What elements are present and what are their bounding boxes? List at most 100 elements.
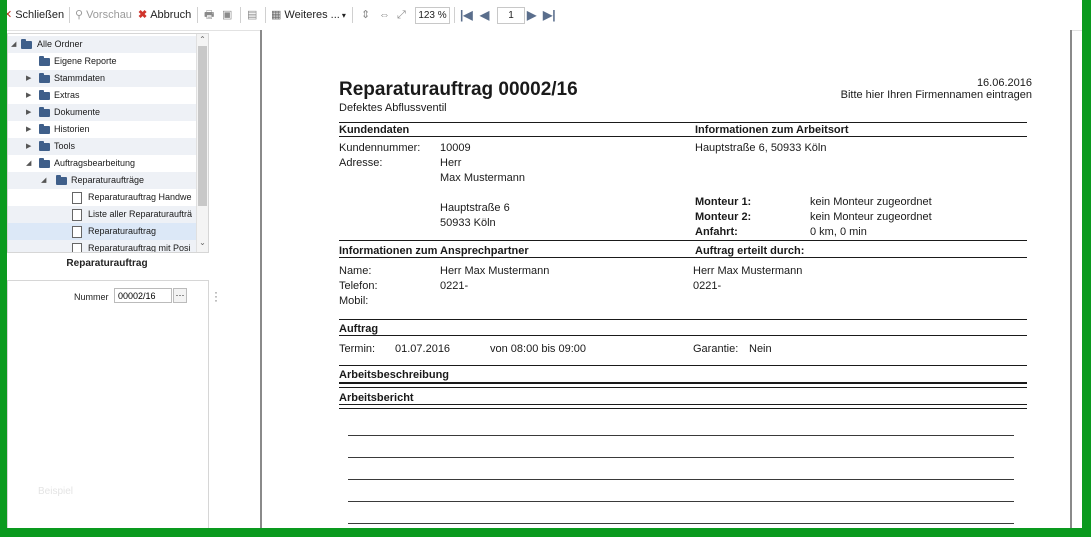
- tree-item-tools[interactable]: ▶ Tools: [8, 138, 196, 155]
- writing-line: [348, 457, 1014, 458]
- chevron-right-icon[interactable]: ▶: [26, 121, 31, 138]
- report-panel-title: Reparaturauftrag: [66, 258, 148, 269]
- divider: [339, 136, 1027, 137]
- writing-line: [348, 523, 1014, 524]
- tree-item-label: Tools: [54, 141, 76, 151]
- contact-name-value: Herr Max Mustermann: [440, 265, 550, 277]
- customer-number-label: Kundennummer:: [339, 142, 421, 154]
- export-icon[interactable]: ▣: [222, 6, 232, 24]
- close-icon: ✕: [7, 9, 13, 21]
- tree-item-label: Reparaturauftrag mit Posi: [88, 243, 191, 253]
- toolbar-separator: [454, 7, 455, 23]
- divider: [339, 387, 1027, 388]
- more-label: Weiteres ...: [284, 9, 340, 21]
- report-page: Reparaturauftrag 00002/16 Defektes Abflu…: [260, 30, 1072, 528]
- fit-width-icon[interactable]: ⇔: [379, 6, 390, 24]
- section-heading-ordered-by: Auftrag erteilt durch:: [695, 245, 805, 257]
- zoom-field[interactable]: 123 %: [415, 7, 450, 24]
- warranty-value: Nein: [749, 343, 772, 355]
- folder-icon: [39, 141, 50, 151]
- last-page-icon[interactable]: ▶|: [543, 6, 556, 24]
- document-icon: [72, 209, 82, 221]
- toolbar-separator: [352, 7, 353, 23]
- toolbar-separator: [240, 7, 241, 23]
- close-label: Schließen: [15, 9, 65, 21]
- fit-height-icon[interactable]: ⇕: [361, 6, 370, 24]
- tree-item-label: Eigene Reporte: [54, 56, 117, 66]
- tree-item-master-data[interactable]: ▶ Stammdaten: [8, 70, 196, 87]
- open-folder-icon[interactable]: ▤: [247, 6, 257, 24]
- tree-item-own-reports[interactable]: Eigene Reporte: [8, 53, 196, 70]
- divider: [339, 365, 1027, 366]
- document-icon: [72, 243, 82, 252]
- first-page-icon[interactable]: |◀: [460, 6, 473, 24]
- tree-item-report[interactable]: Reparaturauftrag Handwe: [8, 189, 196, 206]
- tree-item-report[interactable]: Liste aller Reparaturaufträ: [8, 206, 196, 223]
- warranty-label: Garantie:: [693, 343, 739, 355]
- parameter-panel: Nummer 00002/16 ··· Beispiel: [7, 280, 209, 528]
- appointment-label: Termin:: [339, 343, 376, 355]
- cancel-button[interactable]: ✖ Abbruch: [138, 6, 191, 24]
- preview-button[interactable]: ⚲ Vorschau: [75, 6, 132, 24]
- document-icon: [72, 192, 82, 204]
- scroll-up-icon[interactable]: ⌃: [198, 35, 207, 44]
- divider: [339, 335, 1027, 336]
- chevron-down-icon[interactable]: ◢: [41, 172, 46, 189]
- travel-value: 0 km, 0 min: [810, 226, 867, 238]
- address-line: Max Mustermann: [440, 172, 525, 184]
- tree-item-label: Historien: [54, 124, 90, 134]
- folder-open-icon: [39, 158, 50, 168]
- close-button[interactable]: ✕ Schließen: [7, 6, 64, 24]
- preview-label: Vorschau: [86, 9, 132, 21]
- more-dropdown[interactable]: ▦ Weiteres ... ▾: [271, 6, 346, 24]
- divider: [339, 122, 1027, 123]
- chevron-down-icon[interactable]: ◢: [11, 36, 16, 53]
- page-number-field[interactable]: 1: [497, 7, 525, 24]
- tree-item-report-selected[interactable]: Reparaturauftrag: [8, 223, 196, 240]
- tree-item-report[interactable]: Reparaturauftrag mit Posi: [8, 240, 196, 253]
- scroll-down-icon[interactable]: ⌄: [198, 238, 207, 247]
- toolbar-separator: [197, 7, 198, 23]
- tree-item-label: Extras: [54, 90, 80, 100]
- next-page-icon[interactable]: ▶: [527, 6, 536, 24]
- splitter-handle-icon[interactable]: · · ·: [214, 286, 220, 306]
- divider: [339, 240, 1027, 241]
- tree-item-documents[interactable]: ▶ Dokumente: [8, 104, 196, 121]
- print-icon[interactable]: 🖶: [204, 6, 214, 24]
- cancel-label: Abbruch: [150, 9, 192, 21]
- technician-2-label: Monteur 2:: [695, 211, 752, 223]
- watermark-text: Beispiel: [38, 486, 74, 497]
- contact-phone-label: Telefon:: [339, 280, 378, 292]
- chevron-right-icon[interactable]: ▶: [26, 138, 31, 155]
- document-icon: [72, 226, 82, 238]
- fit-page-icon[interactable]: ⤢: [397, 6, 406, 24]
- number-picker-button[interactable]: ···: [173, 288, 187, 303]
- previous-page-icon[interactable]: ◀: [480, 6, 489, 24]
- chevron-right-icon[interactable]: ▶: [26, 70, 31, 87]
- divider: [339, 257, 1027, 258]
- folder-icon: [39, 124, 50, 134]
- section-heading-order: Auftrag: [339, 323, 379, 335]
- contact-phone-value: 0221-: [440, 280, 469, 292]
- number-field[interactable]: 00002/16: [114, 288, 172, 303]
- chevron-right-icon[interactable]: ▶: [26, 87, 31, 104]
- section-heading-contact: Informationen zum Ansprechpartner: [339, 245, 529, 257]
- technician-1-label: Monteur 1:: [695, 196, 752, 208]
- chevron-down-icon[interactable]: ◢: [26, 155, 31, 172]
- tree-item-extras[interactable]: ▶ Extras: [8, 87, 196, 104]
- tree-item-repair-orders[interactable]: ◢ Reparaturaufträge: [8, 172, 196, 189]
- tree-scrollbar[interactable]: ⌃ ⌄: [196, 34, 208, 252]
- tree-item-order-processing[interactable]: ◢ Auftragsbearbeitung: [8, 155, 196, 172]
- technician-1-value: kein Monteur zugeordnet: [810, 196, 932, 208]
- tree-item-all-folders[interactable]: ◢ Alle Ordner: [8, 36, 196, 53]
- chevron-right-icon[interactable]: ▶: [26, 104, 31, 121]
- scrollbar-thumb[interactable]: [198, 46, 207, 206]
- divider: [339, 404, 1027, 405]
- folder-open-icon: [56, 175, 67, 185]
- document-date: 16.06.2016: [976, 77, 1032, 89]
- tree-item-histories[interactable]: ▶ Historien: [8, 121, 196, 138]
- address-line: Hauptstraße 6: [440, 202, 510, 214]
- travel-label: Anfahrt:: [695, 226, 738, 238]
- cancel-icon: ✖: [138, 9, 148, 21]
- folder-icon: [39, 90, 50, 100]
